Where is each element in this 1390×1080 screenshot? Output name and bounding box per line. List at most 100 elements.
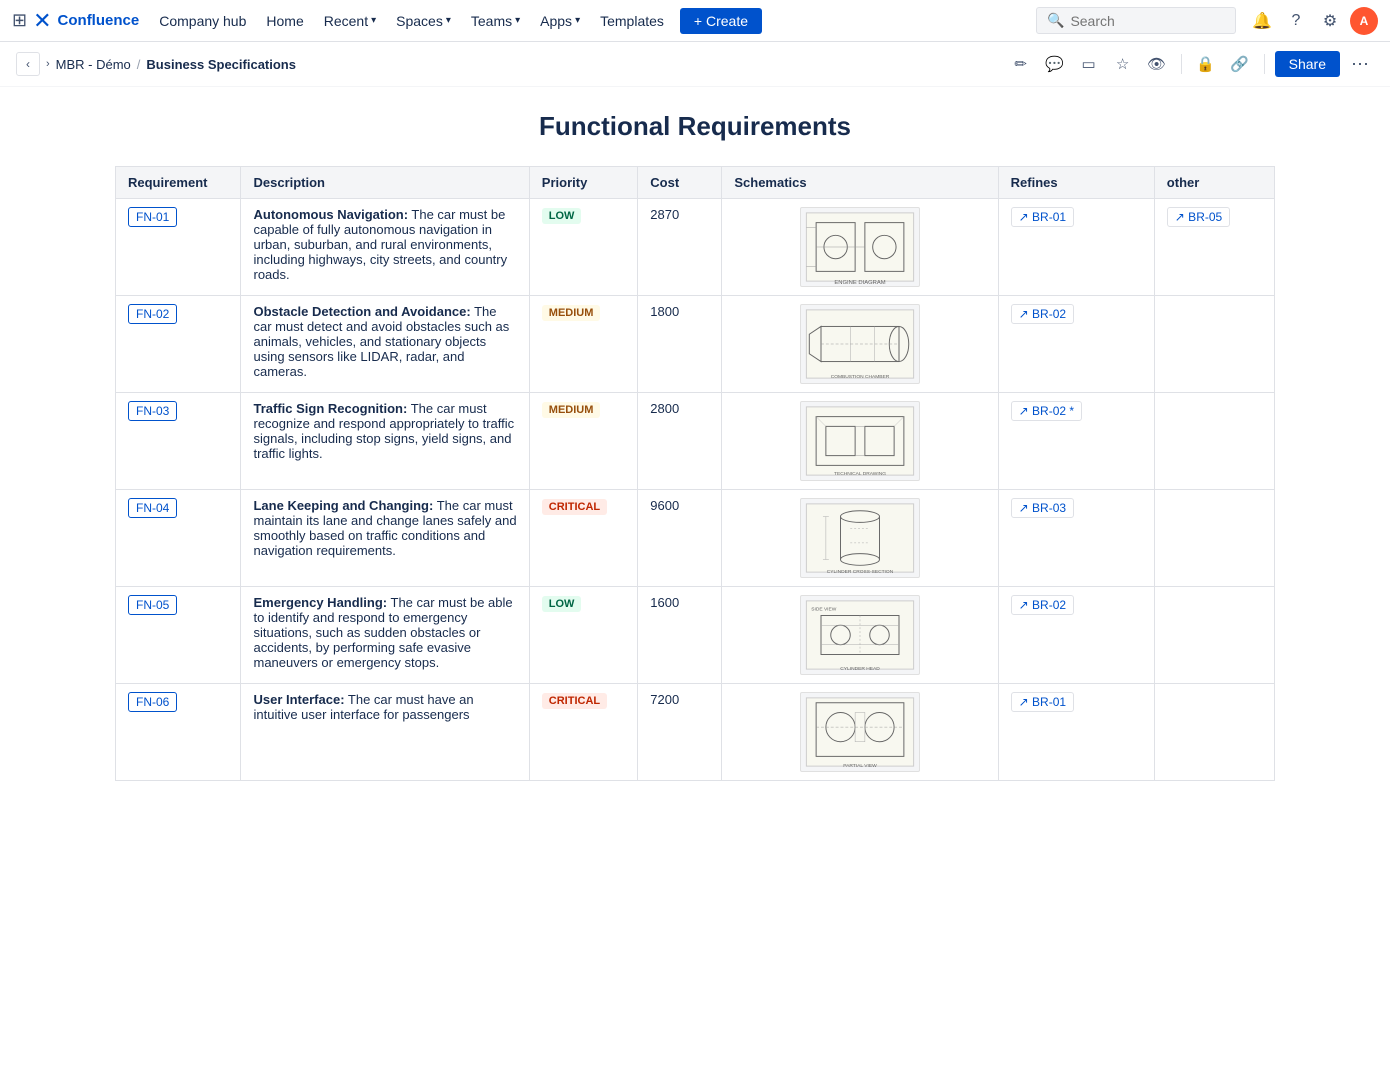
priority-badge: LOW xyxy=(542,208,582,224)
description-cell: Traffic Sign Recognition: The car must r… xyxy=(241,393,529,490)
requirement-badge[interactable]: FN-01 xyxy=(128,207,177,227)
refines-link[interactable]: ↗ BR-01 xyxy=(1011,207,1074,227)
breadcrumb-actions: ✏ 💬 ▭ ☆ 👁 🔒 🔗 Share ⋯ xyxy=(1007,50,1374,78)
svg-text:TECHNICAL DRAWING: TECHNICAL DRAWING xyxy=(834,471,886,477)
req-cell: FN-05 xyxy=(116,587,241,684)
present-button[interactable]: ▭ xyxy=(1075,50,1103,78)
avatar[interactable]: A xyxy=(1350,7,1378,35)
divider2 xyxy=(1264,54,1265,74)
schematic-diagram[interactable]: SIDE VIEW CYLINDER HEAD xyxy=(800,595,920,675)
nav-recent[interactable]: Recent ▾ xyxy=(316,9,384,33)
nav-apps[interactable]: Apps ▾ xyxy=(532,9,588,33)
refines-link[interactable]: ↗ BR-03 xyxy=(1011,498,1074,518)
desc-title: Autonomous Navigation: xyxy=(253,207,408,222)
create-button[interactable]: + Create xyxy=(680,8,762,34)
svg-text:CYLINDER HEAD: CYLINDER HEAD xyxy=(840,666,880,672)
col-header-priority: Priority xyxy=(529,167,638,199)
svg-text:PARTIAL VIEW: PARTIAL VIEW xyxy=(843,763,877,769)
requirement-badge[interactable]: FN-05 xyxy=(128,595,177,615)
nav-home[interactable]: Home xyxy=(258,9,311,33)
description-cell: Emergency Handling: The car must be able… xyxy=(241,587,529,684)
nav-templates[interactable]: Templates xyxy=(592,9,672,33)
chevron-down-icon: ▾ xyxy=(515,15,520,26)
other-cell xyxy=(1154,587,1274,684)
cost-cell: 9600 xyxy=(638,490,722,587)
schematic-diagram[interactable]: CYLINDER CROSS-SECTION xyxy=(800,498,920,578)
refines-cell: ↗ BR-02 xyxy=(998,587,1154,684)
table-row: FN-05 Emergency Handling: The car must be… xyxy=(116,587,1275,684)
table-row: FN-01Autonomous Navigation: The car must… xyxy=(116,199,1275,296)
other-cell xyxy=(1154,684,1274,781)
desc-title: User Interface: xyxy=(253,692,344,707)
description-cell: Obstacle Detection and Avoidance: The ca… xyxy=(241,296,529,393)
schematic-diagram[interactable]: PARTIAL VIEW xyxy=(800,692,920,772)
nav-spaces[interactable]: Spaces ▾ xyxy=(388,9,459,33)
nav-company-hub[interactable]: Company hub xyxy=(151,9,254,33)
chevron-down-icon: ▾ xyxy=(575,15,580,26)
cost-cell: 7200 xyxy=(638,684,722,781)
confluence-logo[interactable]: ⊞ ✕ Confluence xyxy=(12,8,139,34)
star-button[interactable]: ☆ xyxy=(1109,50,1137,78)
breadcrumb-bar: ‹ › MBR - Démo / Business Specifications… xyxy=(0,42,1390,87)
requirement-badge[interactable]: FN-04 xyxy=(128,498,177,518)
watch-button[interactable]: 👁 xyxy=(1143,50,1171,78)
schematics-cell: SIDE VIEW CYLINDER HEAD xyxy=(722,587,998,684)
breadcrumb: ‹ › MBR - Démo / Business Specifications xyxy=(16,52,296,76)
cost-cell: 1800 xyxy=(638,296,722,393)
description-cell: User Interface: The car must have an int… xyxy=(241,684,529,781)
table-body: FN-01Autonomous Navigation: The car must… xyxy=(116,199,1275,781)
priority-cell: CRITICAL xyxy=(529,490,638,587)
breadcrumb-current-page: Business Specifications xyxy=(146,57,296,72)
col-header-cost: Cost xyxy=(638,167,722,199)
breadcrumb-expand[interactable]: › xyxy=(46,58,50,70)
refines-link[interactable]: ↗ BR-02 xyxy=(1011,304,1074,324)
sidebar-toggle[interactable]: ‹ xyxy=(16,52,40,76)
share-button[interactable]: Share xyxy=(1275,51,1340,77)
schematic-diagram[interactable]: COMBUSTION CHAMBER xyxy=(800,304,920,384)
breadcrumb-space[interactable]: MBR - Démo xyxy=(56,57,131,72)
priority-badge: CRITICAL xyxy=(542,499,607,515)
other-link[interactable]: ↗ BR-05 xyxy=(1167,207,1230,227)
desc-title: Traffic Sign Recognition: xyxy=(253,401,407,416)
lock-button[interactable]: 🔒 xyxy=(1192,50,1220,78)
refines-link[interactable]: ↗ BR-02 * xyxy=(1011,401,1082,421)
copy-link-button[interactable]: 🔗 xyxy=(1226,50,1254,78)
search-box[interactable]: 🔍 xyxy=(1036,7,1236,34)
settings-button[interactable]: ⚙ xyxy=(1316,7,1344,35)
priority-cell: LOW xyxy=(529,199,638,296)
search-input[interactable] xyxy=(1070,13,1225,29)
req-cell: FN-06 xyxy=(116,684,241,781)
notifications-button[interactable]: 🔔 xyxy=(1248,7,1276,35)
app-name: Confluence xyxy=(58,12,140,29)
more-actions-button[interactable]: ⋯ xyxy=(1346,50,1374,78)
schematic-diagram[interactable]: ENGINE DIAGRAM xyxy=(800,207,920,287)
table-row: FN-04Lane Keeping and Changing: The car … xyxy=(116,490,1275,587)
col-header-description: Description xyxy=(241,167,529,199)
schematic-diagram[interactable]: TECHNICAL DRAWING xyxy=(800,401,920,481)
desc-title: Lane Keeping and Changing: xyxy=(253,498,433,513)
svg-text:CYLINDER CROSS-SECTION: CYLINDER CROSS-SECTION xyxy=(827,569,894,575)
chevron-down-icon: ▾ xyxy=(371,15,376,26)
grid-icon: ⊞ xyxy=(12,10,27,31)
nav-teams[interactable]: Teams ▾ xyxy=(463,9,528,33)
divider xyxy=(1181,54,1182,74)
cost-cell: 1600 xyxy=(638,587,722,684)
refines-link[interactable]: ↗ BR-02 xyxy=(1011,595,1074,615)
priority-badge: LOW xyxy=(542,596,582,612)
req-cell: FN-03 xyxy=(116,393,241,490)
req-cell: FN-01 xyxy=(116,199,241,296)
help-button[interactable]: ? xyxy=(1282,7,1310,35)
requirement-badge[interactable]: FN-06 xyxy=(128,692,177,712)
comment-button[interactable]: 💬 xyxy=(1041,50,1069,78)
priority-badge: CRITICAL xyxy=(542,693,607,709)
refines-cell: ↗ BR-02 * xyxy=(998,393,1154,490)
refines-link[interactable]: ↗ BR-01 xyxy=(1011,692,1074,712)
priority-cell: CRITICAL xyxy=(529,684,638,781)
requirement-badge[interactable]: FN-03 xyxy=(128,401,177,421)
requirement-badge[interactable]: FN-02 xyxy=(128,304,177,324)
other-cell xyxy=(1154,393,1274,490)
nav-icons: 🔔 ? ⚙ A xyxy=(1248,7,1378,35)
other-cell xyxy=(1154,490,1274,587)
edit-button[interactable]: ✏ xyxy=(1007,50,1035,78)
schematics-cell: CYLINDER CROSS-SECTION xyxy=(722,490,998,587)
